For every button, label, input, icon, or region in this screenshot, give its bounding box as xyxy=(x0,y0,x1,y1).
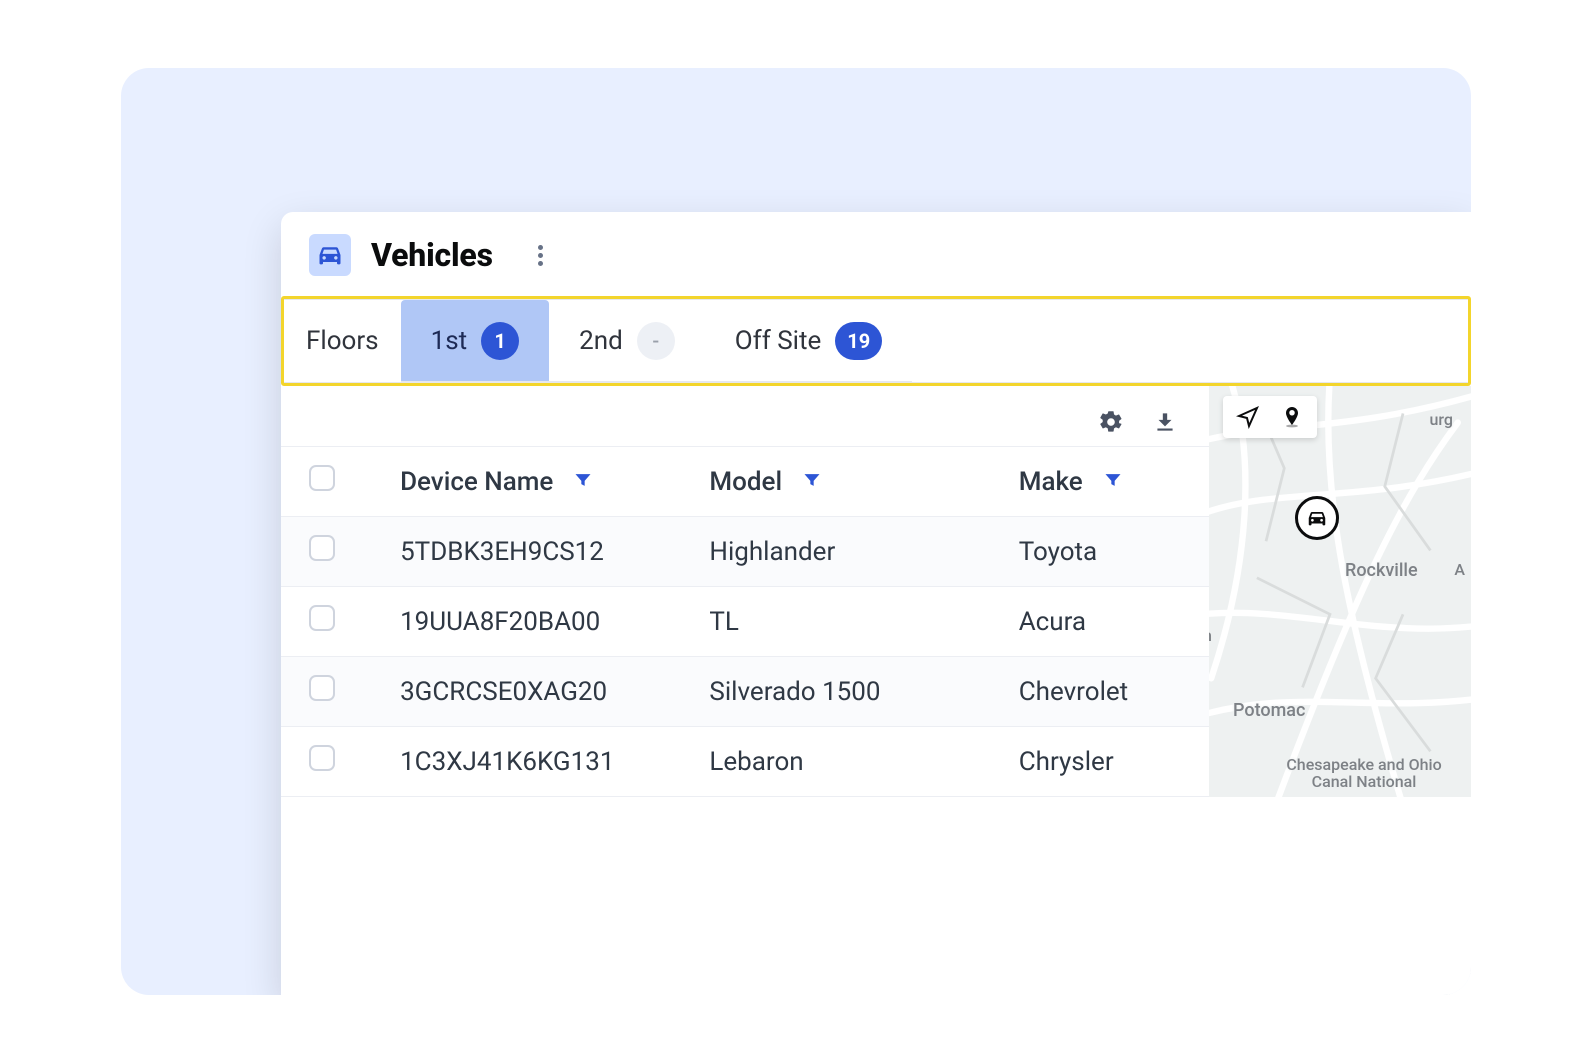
locate-me-button[interactable] xyxy=(1233,402,1263,432)
more-options-button[interactable] xyxy=(527,237,555,273)
column-header-model[interactable]: Model xyxy=(709,467,782,497)
gear-icon xyxy=(1098,409,1124,435)
floor-tab-label: 2nd xyxy=(579,326,623,356)
cell-model: Lebaron xyxy=(697,727,1006,797)
floor-tab-2nd[interactable]: 2nd - xyxy=(549,300,705,382)
drop-pin-button[interactable] xyxy=(1277,402,1307,432)
map-label: urg xyxy=(1430,410,1453,429)
cell-make: Toyota xyxy=(1007,517,1209,587)
table-row[interactable]: 5TDBK3EH9CS12 Highlander Toyota xyxy=(281,517,1209,587)
floor-tab-1st[interactable]: 1st 1 xyxy=(401,300,550,382)
download-icon xyxy=(1152,409,1178,435)
table-row[interactable]: 3GCRCSE0XAG20 Silverado 1500 Chevrolet xyxy=(281,657,1209,727)
settings-button[interactable] xyxy=(1095,406,1127,438)
page-title: Vehicles xyxy=(371,236,493,274)
row-checkbox[interactable] xyxy=(309,535,335,561)
cell-device: 19UUA8F20BA00 xyxy=(388,587,697,657)
floor-tab-label: Off Site xyxy=(735,326,821,356)
page-header: Vehicles xyxy=(281,212,1471,294)
cell-make: Acura xyxy=(1007,587,1209,657)
map-controls xyxy=(1223,396,1317,438)
row-checkbox[interactable] xyxy=(309,745,335,771)
table-header-row: Device Name Model xyxy=(281,447,1209,517)
floor-tab-offsite[interactable]: Off Site 19 xyxy=(705,300,912,382)
app-window: Vehicles Floors 1st 1 2nd - Off xyxy=(281,212,1471,995)
filter-icon xyxy=(573,470,593,490)
map-label-coc: Chesapeake and Ohio Canal National xyxy=(1265,756,1463,791)
cell-device: 1C3XJ41K6KG131 xyxy=(388,727,697,797)
pin-icon xyxy=(1280,405,1304,429)
table-tools xyxy=(281,386,1209,446)
floors-tabs: Floors 1st 1 2nd - Off Site 19 xyxy=(284,299,1468,383)
map-label-potomac: Potomac xyxy=(1233,700,1305,721)
floors-tabs-highlight: Floors 1st 1 2nd - Off Site 19 xyxy=(281,296,1471,386)
car-icon xyxy=(1306,507,1328,529)
floor-count-badge: 1 xyxy=(481,322,519,360)
cell-model: Silverado 1500 xyxy=(697,657,1006,727)
cell-model: TL xyxy=(697,587,1006,657)
floor-count-badge: 19 xyxy=(835,322,882,360)
table-row[interactable]: 19UUA8F20BA00 TL Acura xyxy=(281,587,1209,657)
vehicle-map-marker[interactable] xyxy=(1295,496,1339,540)
row-checkbox[interactable] xyxy=(309,605,335,631)
cell-device: 5TDBK3EH9CS12 xyxy=(388,517,697,587)
cell-make: Chrysler xyxy=(1007,727,1209,797)
floor-count-badge: - xyxy=(637,322,675,360)
filter-icon xyxy=(1103,470,1123,490)
cell-model: Highlander xyxy=(697,517,1006,587)
map-panel[interactable]: urg Rockville A h Potomac Chesapeake and… xyxy=(1209,386,1471,797)
column-header-make[interactable]: Make xyxy=(1019,467,1083,497)
filter-make-button[interactable] xyxy=(1103,467,1123,497)
filter-icon xyxy=(802,470,822,490)
vehicles-table: Device Name Model xyxy=(281,446,1209,797)
cell-make: Chevrolet xyxy=(1007,657,1209,727)
select-all-checkbox[interactable] xyxy=(309,465,335,491)
table-row[interactable]: 1C3XJ41K6KG131 Lebaron Chrysler xyxy=(281,727,1209,797)
navigation-icon xyxy=(1236,405,1260,429)
map-roads xyxy=(1209,386,1471,797)
cell-device: 3GCRCSE0XAG20 xyxy=(388,657,697,727)
download-button[interactable] xyxy=(1149,406,1181,438)
floor-tab-label: 1st xyxy=(431,326,468,356)
floors-label: Floors xyxy=(284,300,401,382)
map-label: h xyxy=(1209,626,1212,645)
vehicles-icon xyxy=(309,234,351,276)
filter-model-button[interactable] xyxy=(802,467,822,497)
filter-device-button[interactable] xyxy=(573,467,593,497)
column-header-device[interactable]: Device Name xyxy=(400,467,553,497)
map-label-rockville: Rockville xyxy=(1345,560,1418,581)
row-checkbox[interactable] xyxy=(309,675,335,701)
map-label: A xyxy=(1454,560,1465,579)
